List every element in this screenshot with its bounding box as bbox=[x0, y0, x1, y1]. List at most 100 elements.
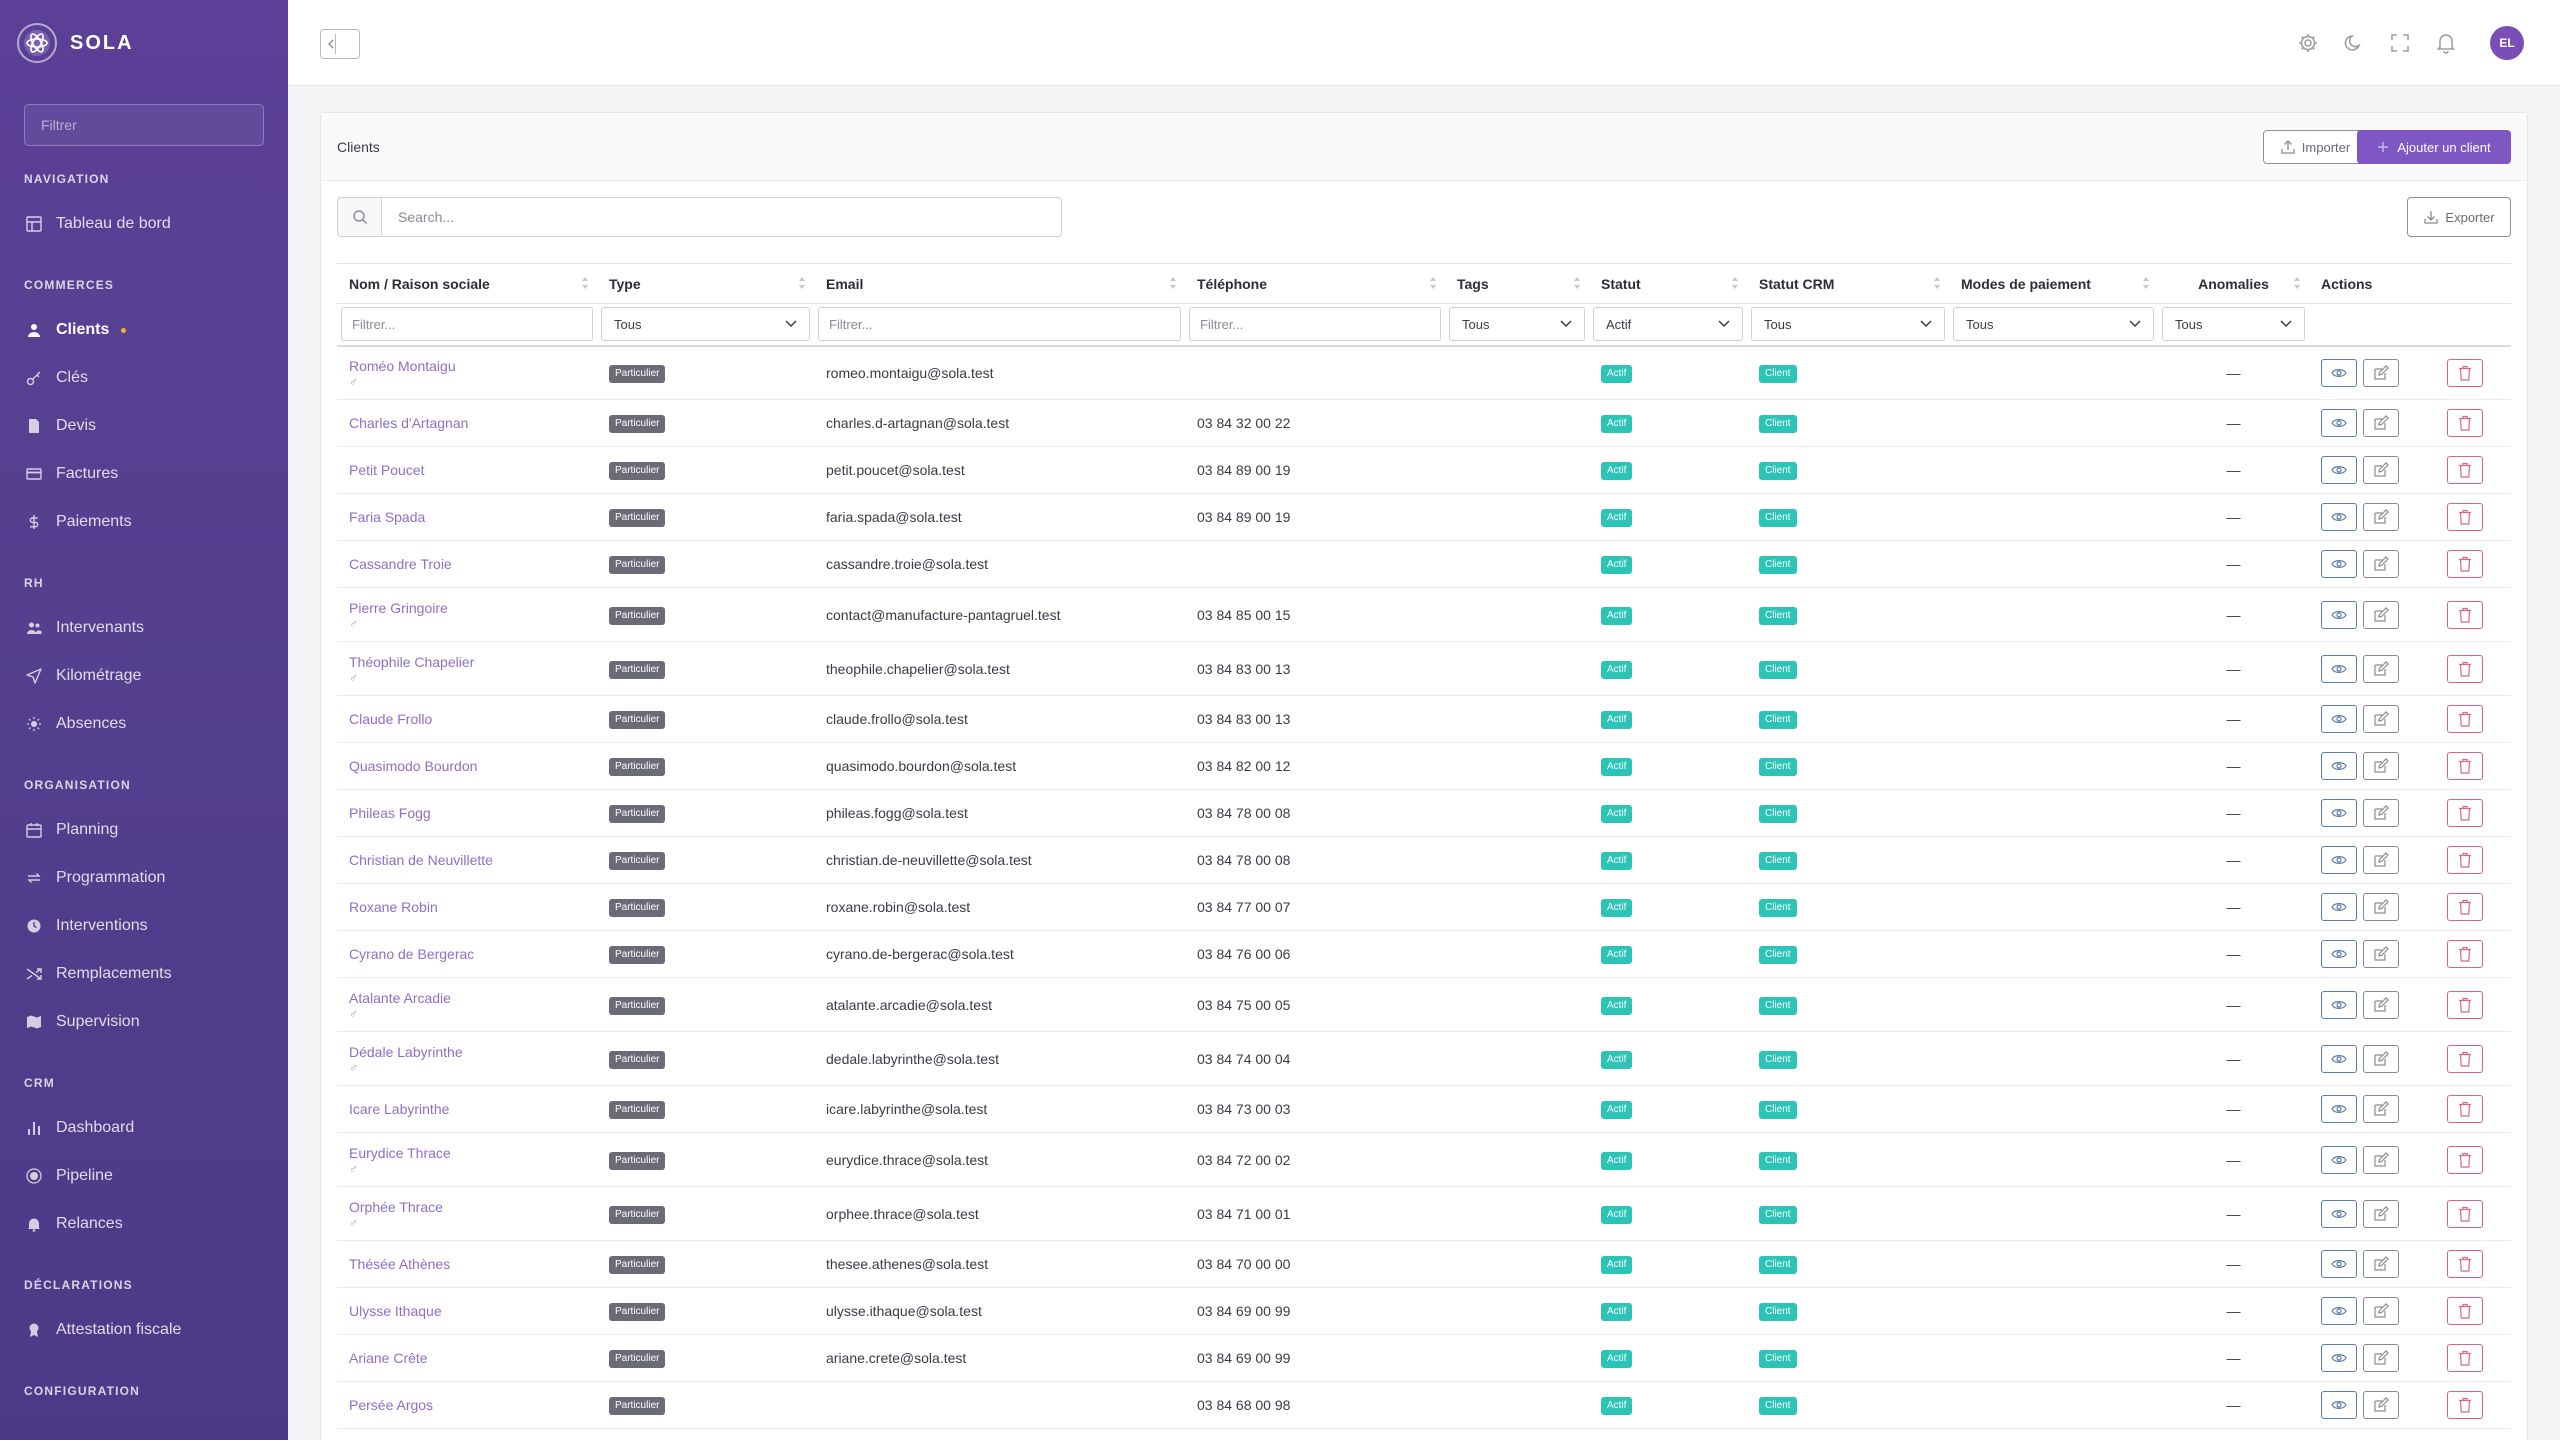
brand[interactable]: SOLA bbox=[16, 22, 134, 64]
delete-button[interactable] bbox=[2447, 1044, 2483, 1073]
add-client-button[interactable]: Ajouter un client bbox=[2357, 130, 2511, 164]
sidebar-item-factures[interactable]: Factures bbox=[0, 450, 288, 498]
column-header[interactable]: Tags bbox=[1445, 263, 1589, 304]
collapse-sidebar-button[interactable] bbox=[320, 29, 360, 59]
edit-button[interactable] bbox=[2363, 1095, 2399, 1123]
email-filter-input[interactable] bbox=[818, 307, 1181, 342]
client-name-link[interactable]: Phileas Fogg bbox=[349, 805, 585, 821]
client-name-link[interactable]: Orphée Thrace bbox=[349, 1199, 585, 1215]
delete-button[interactable] bbox=[2447, 990, 2483, 1019]
tags-filter-select[interactable]: Tous bbox=[1449, 307, 1585, 342]
type-filter-select[interactable]: Tous bbox=[601, 307, 810, 342]
view-button[interactable] bbox=[2321, 799, 2357, 827]
client-name-link[interactable]: Roméo Montaigu bbox=[349, 358, 585, 374]
export-button[interactable]: Exporter bbox=[2407, 197, 2511, 237]
client-name-link[interactable]: Eurydice Thrace bbox=[349, 1145, 585, 1161]
delete-button[interactable] bbox=[2447, 1250, 2483, 1278]
view-button[interactable] bbox=[2321, 600, 2357, 629]
moon-icon[interactable] bbox=[2342, 31, 2366, 55]
delete-button[interactable] bbox=[2447, 1095, 2483, 1123]
view-button[interactable] bbox=[2321, 990, 2357, 1019]
view-button[interactable] bbox=[2321, 456, 2357, 484]
name-filter-input[interactable] bbox=[341, 307, 593, 342]
sidebar-item-programmation[interactable]: Programmation bbox=[0, 854, 288, 902]
edit-button[interactable] bbox=[2363, 846, 2399, 874]
sidebar-item-clients[interactable]: Clients bbox=[0, 306, 288, 354]
edit-button[interactable] bbox=[2363, 990, 2399, 1019]
gear-icon[interactable] bbox=[2296, 31, 2320, 55]
edit-button[interactable] bbox=[2363, 358, 2399, 387]
anomalies-filter-select[interactable]: Tous bbox=[2162, 307, 2305, 342]
sidebar-item-relances[interactable]: Relances bbox=[0, 1200, 288, 1248]
delete-button[interactable] bbox=[2447, 358, 2483, 387]
column-header[interactable]: Modes de paiement bbox=[1949, 263, 2158, 304]
delete-button[interactable] bbox=[2447, 654, 2483, 683]
sidebar-filter-input[interactable] bbox=[24, 104, 264, 146]
edit-button[interactable] bbox=[2363, 893, 2399, 921]
statut-filter-select[interactable]: Actif bbox=[1593, 307, 1743, 342]
view-button[interactable] bbox=[2321, 1297, 2357, 1325]
client-name-link[interactable]: Christian de Neuvillette bbox=[349, 852, 585, 868]
client-name-link[interactable]: Persée Argos bbox=[349, 1397, 585, 1413]
client-name-link[interactable]: Quasimodo Bourdon bbox=[349, 758, 585, 774]
sidebar-item-remplacements[interactable]: Remplacements bbox=[0, 950, 288, 998]
statut-crm-filter-select[interactable]: Tous bbox=[1751, 307, 1945, 342]
client-name-link[interactable]: Claude Frollo bbox=[349, 711, 585, 727]
phone-filter-input[interactable] bbox=[1189, 307, 1441, 342]
sidebar-item-pipeline[interactable]: Pipeline bbox=[0, 1152, 288, 1200]
edit-button[interactable] bbox=[2363, 600, 2399, 629]
client-name-link[interactable]: Cyrano de Bergerac bbox=[349, 946, 585, 962]
view-button[interactable] bbox=[2321, 1250, 2357, 1278]
view-button[interactable] bbox=[2321, 846, 2357, 874]
delete-button[interactable] bbox=[2447, 1344, 2483, 1372]
edit-button[interactable] bbox=[2363, 1250, 2399, 1278]
delete-button[interactable] bbox=[2447, 550, 2483, 578]
client-name-link[interactable]: Dédale Labyrinthe bbox=[349, 1044, 585, 1060]
delete-button[interactable] bbox=[2447, 705, 2483, 733]
view-button[interactable] bbox=[2321, 1095, 2357, 1123]
delete-button[interactable] bbox=[2447, 1391, 2483, 1419]
view-button[interactable] bbox=[2321, 503, 2357, 531]
sidebar-item-absences[interactable]: Absences bbox=[0, 700, 288, 748]
sidebar-item-kilometrage[interactable]: Kilométrage bbox=[0, 652, 288, 700]
sidebar-item-tableau-de-bord[interactable]: Tableau de bord bbox=[0, 200, 288, 248]
edit-button[interactable] bbox=[2363, 1297, 2399, 1325]
view-button[interactable] bbox=[2321, 409, 2357, 437]
view-button[interactable] bbox=[2321, 705, 2357, 733]
sidebar-item-planning[interactable]: Planning bbox=[0, 806, 288, 854]
sidebar-item-devis[interactable]: Devis bbox=[0, 402, 288, 450]
view-button[interactable] bbox=[2321, 1199, 2357, 1228]
sidebar-item-paiements[interactable]: Paiements bbox=[0, 498, 288, 546]
delete-button[interactable] bbox=[2447, 940, 2483, 968]
delete-button[interactable] bbox=[2447, 456, 2483, 484]
view-button[interactable] bbox=[2321, 752, 2357, 780]
modes-filter-select[interactable]: Tous bbox=[1953, 307, 2154, 342]
client-name-link[interactable]: Cassandre Troie bbox=[349, 556, 585, 572]
delete-button[interactable] bbox=[2447, 1297, 2483, 1325]
edit-button[interactable] bbox=[2363, 1145, 2399, 1174]
view-button[interactable] bbox=[2321, 1344, 2357, 1372]
sidebar-item-intervenants[interactable]: Intervenants bbox=[0, 604, 288, 652]
edit-button[interactable] bbox=[2363, 409, 2399, 437]
edit-button[interactable] bbox=[2363, 503, 2399, 531]
column-header[interactable]: Téléphone bbox=[1185, 263, 1445, 304]
sidebar-item-attestation-fiscale[interactable]: Attestation fiscale bbox=[0, 1306, 288, 1354]
client-name-link[interactable]: Icare Labyrinthe bbox=[349, 1101, 585, 1117]
edit-button[interactable] bbox=[2363, 1199, 2399, 1228]
edit-button[interactable] bbox=[2363, 1344, 2399, 1372]
client-name-link[interactable]: Théophile Chapelier bbox=[349, 654, 585, 670]
view-button[interactable] bbox=[2321, 893, 2357, 921]
column-header[interactable]: Type bbox=[597, 263, 814, 304]
client-name-link[interactable]: Thésée Athènes bbox=[349, 1256, 585, 1272]
client-name-link[interactable]: Petit Poucet bbox=[349, 462, 585, 478]
bell-icon[interactable] bbox=[2434, 31, 2458, 55]
edit-button[interactable] bbox=[2363, 705, 2399, 733]
delete-button[interactable] bbox=[2447, 600, 2483, 629]
view-button[interactable] bbox=[2321, 940, 2357, 968]
avatar[interactable]: EL bbox=[2490, 26, 2524, 60]
delete-button[interactable] bbox=[2447, 503, 2483, 531]
client-name-link[interactable]: Faria Spada bbox=[349, 509, 585, 525]
delete-button[interactable] bbox=[2447, 409, 2483, 437]
edit-button[interactable] bbox=[2363, 1044, 2399, 1073]
delete-button[interactable] bbox=[2447, 799, 2483, 827]
